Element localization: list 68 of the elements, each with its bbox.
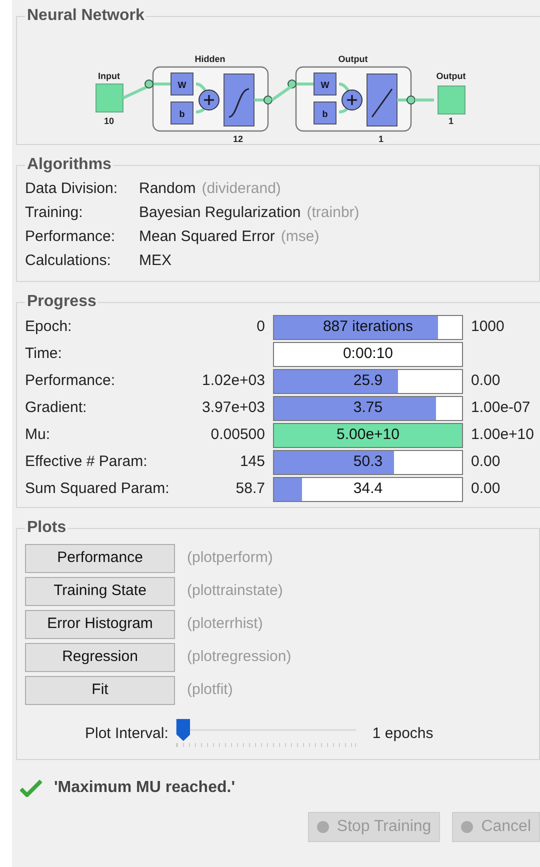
plot-button[interactable]: Training State <box>25 577 175 606</box>
input-size: 10 <box>104 116 114 126</box>
plot-button[interactable]: Performance <box>25 544 175 573</box>
plot-button[interactable]: Fit <box>25 676 175 705</box>
progress-reading: 887 iterations <box>322 317 414 338</box>
slider-label: Plot Interval: <box>85 724 168 744</box>
function-name: (plotfit) <box>187 680 233 700</box>
layer-drawing: W b <box>288 66 416 132</box>
progress-label: Gradient: <box>25 398 88 418</box>
panel-title: Neural Network <box>26 6 146 26</box>
algorithm-value: Bayesian Regularization <box>139 202 301 223</box>
progress-reading: 25.9 <box>352 371 384 392</box>
start-value: 3.97e+03 <box>202 398 265 418</box>
progress-reading: 5.00e+10 <box>336 425 400 446</box>
function-name: (plotperform) <box>187 548 273 568</box>
input-label: Input <box>98 71 120 81</box>
start-value: 0 <box>256 317 265 338</box>
end-value: 0.00 <box>471 371 500 392</box>
function-name: (mse) <box>280 226 320 247</box>
algorithm-label: Training: <box>25 202 84 223</box>
output-node <box>438 86 466 114</box>
status-message: 'Maximum MU reached.' <box>54 778 235 798</box>
progress-reading: 3.75 <box>352 398 384 418</box>
end-value: 0.00 <box>471 479 500 500</box>
algorithm-label: Calculations: <box>25 250 112 271</box>
progress-label: Mu: <box>25 425 52 446</box>
panel-title: Algorithms <box>26 155 112 175</box>
algorithm-label: Data Division: <box>25 178 119 199</box>
layer-size: 1 <box>378 134 384 144</box>
start-value: 58.7 <box>236 479 265 500</box>
slider-thumb[interactable] <box>176 719 190 741</box>
algorithm-value: Mean Squared Error <box>139 226 275 247</box>
layer-size: 12 <box>233 134 243 144</box>
function-name: (trainbr) <box>306 202 360 223</box>
plot-button[interactable]: Regression <box>25 643 175 672</box>
layer-label: Output <box>338 54 368 64</box>
slider-reading: 1 epochs <box>372 724 434 744</box>
progress-label: Effective # Param: <box>25 452 148 472</box>
function-name: (plottrainstate) <box>187 581 283 602</box>
progress-label: Epoch: <box>25 317 73 338</box>
start-value: 145 <box>240 452 265 472</box>
panel-title: Progress <box>26 292 98 312</box>
layer-label: Hidden <box>194 54 226 64</box>
progress-label: Time: <box>25 344 63 364</box>
end-value: 1000 <box>471 317 504 338</box>
panel-title: Plots <box>26 518 68 538</box>
start-value: 0.00500 <box>210 425 265 446</box>
input-node <box>96 84 124 112</box>
progress-label: Sum Squared Param: <box>25 479 170 500</box>
stop-icon <box>316 821 329 833</box>
output-label: Output <box>436 71 466 81</box>
algorithm-value: Random <box>139 178 196 199</box>
progress-reading: 34.4 <box>352 479 384 500</box>
stop-icon <box>461 821 474 833</box>
algorithm-label: Performance: <box>25 226 116 247</box>
layer-drawing: W b <box>144 66 272 132</box>
algorithm-value: MEX <box>139 250 172 271</box>
function-name: (dividerand) <box>202 178 281 199</box>
plot-button[interactable]: Error Histogram <box>25 610 175 639</box>
function-name: (plotregression) <box>187 647 292 668</box>
start-value: 1.02e+03 <box>202 371 265 392</box>
function-name: (ploterrhist) <box>187 614 263 634</box>
end-value: 1.00e-07 <box>471 398 530 418</box>
output-size: 1 <box>448 116 454 126</box>
progress-reading: 50.3 <box>352 452 384 472</box>
end-value: 0.00 <box>471 452 500 472</box>
end-value: 1.00e+10 <box>471 425 534 446</box>
progress-label: Performance: <box>25 371 116 392</box>
